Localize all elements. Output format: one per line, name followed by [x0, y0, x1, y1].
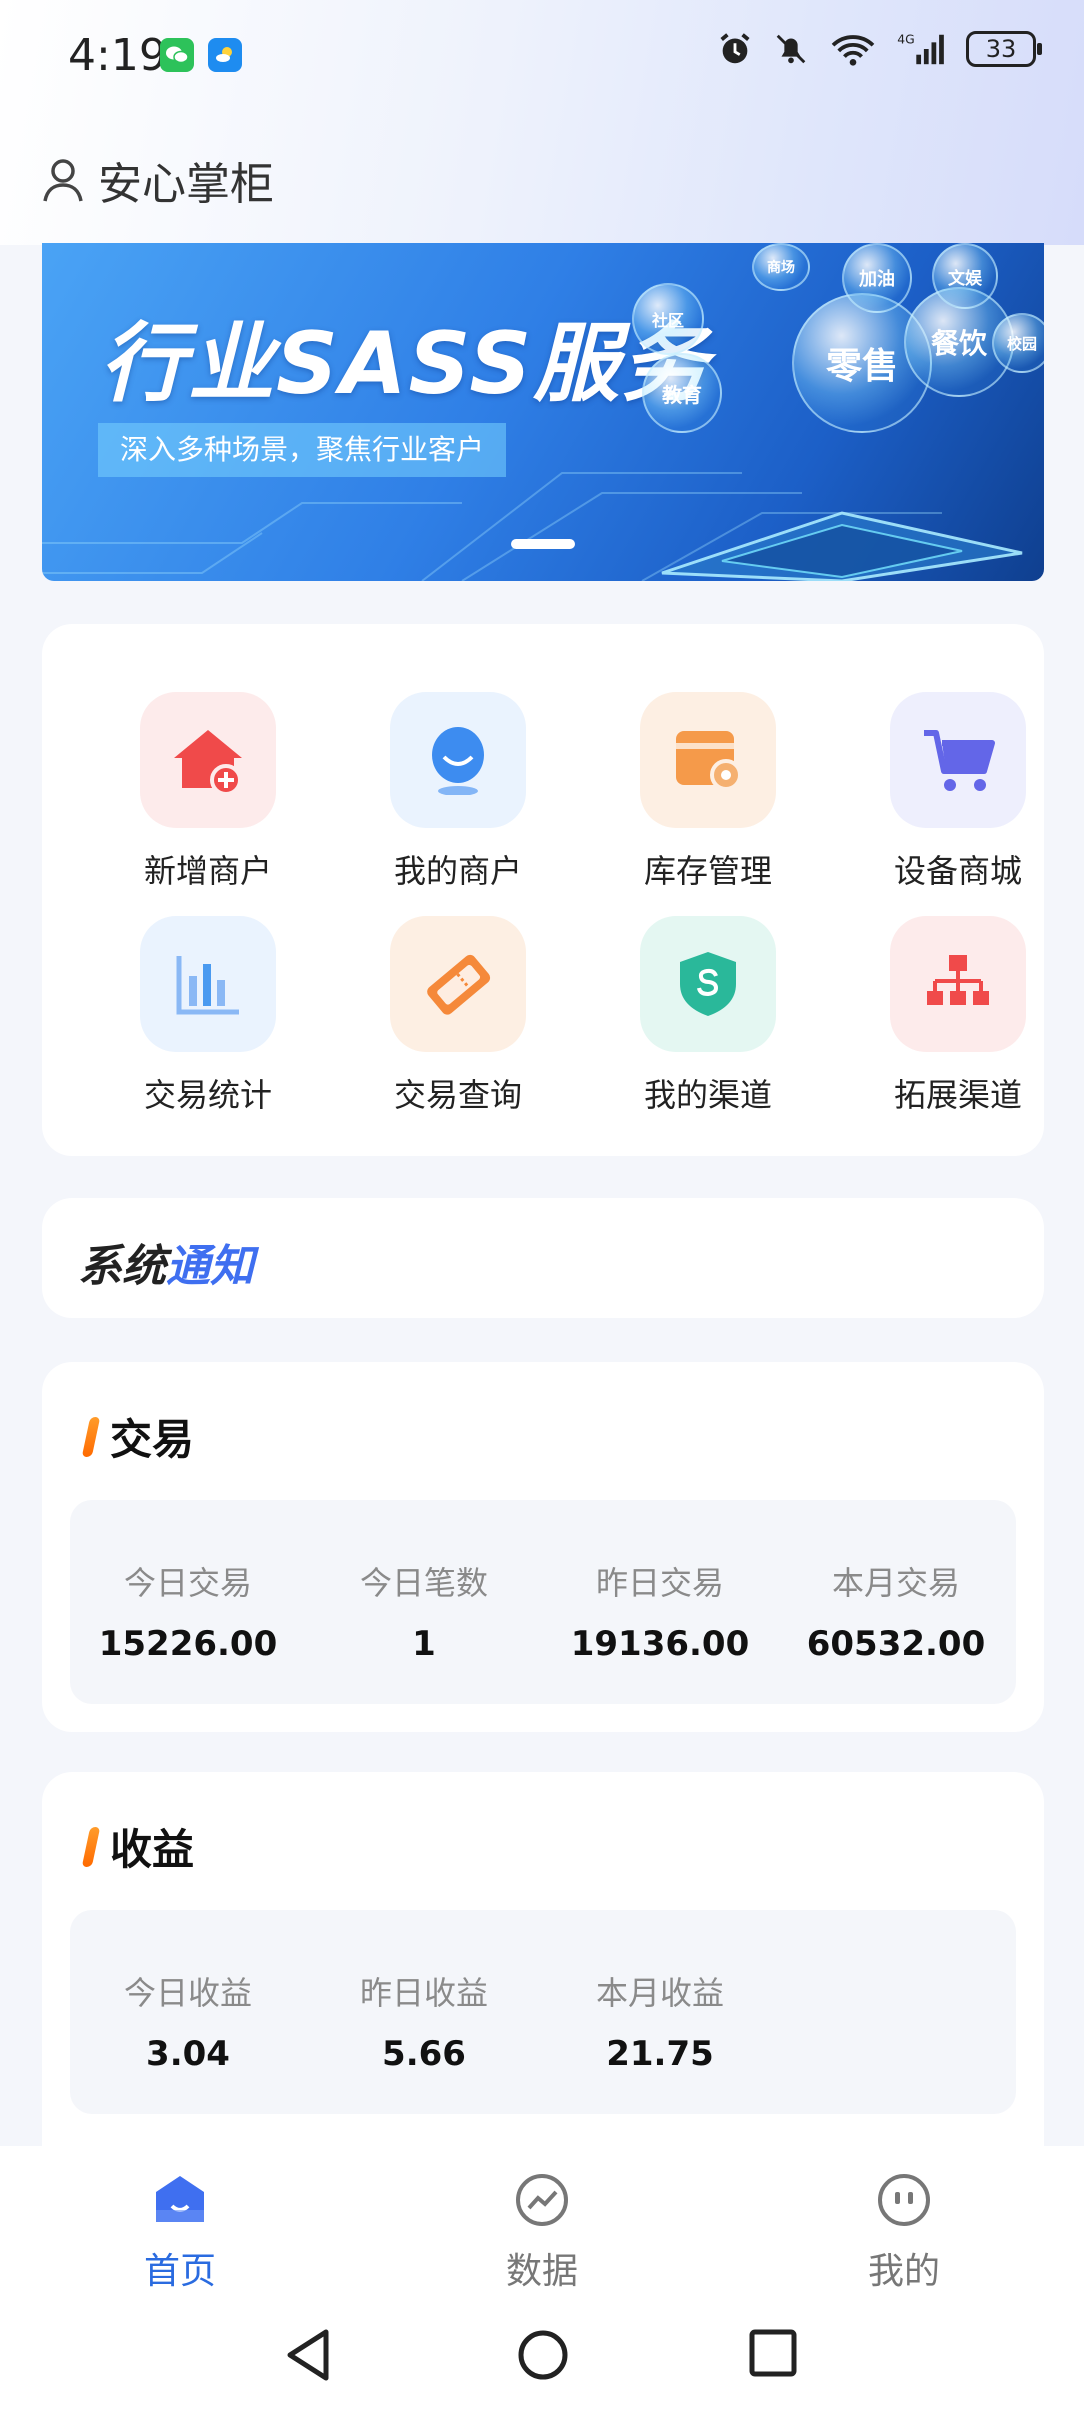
- carousel-indicator[interactable]: [511, 539, 575, 549]
- house-add-icon: [140, 692, 276, 828]
- tab-label: 首页: [143, 2251, 216, 2292]
- shield-money-icon: [640, 916, 776, 1052]
- banner-bubble: 加油: [842, 243, 912, 313]
- trade-stat[interactable]: 本月交易 60532.00: [778, 1558, 1014, 1664]
- stat-label: 今日收益: [123, 1974, 252, 2012]
- stat-value: 5.66: [382, 2034, 466, 2074]
- title-accent-bar: [81, 1826, 101, 1867]
- menu-item-my-channel[interactable]: 我的渠道: [608, 916, 808, 1116]
- stat-label: 昨日交易: [595, 1564, 724, 1602]
- box-gear-icon: [640, 692, 776, 828]
- bar-chart-icon: [140, 916, 276, 1052]
- title-accent-bar: [81, 1416, 101, 1457]
- menu-item-expand-channel[interactable]: 拓展渠道: [858, 916, 1058, 1116]
- menu-item-device-mall[interactable]: 设备商城: [858, 692, 1058, 892]
- income-title-text: 收益: [110, 1825, 195, 1874]
- weather-app-icon: [208, 38, 242, 72]
- income-stat[interactable]: 今日收益 3.04: [70, 1968, 306, 2074]
- notice-title-part2: 通知: [166, 1241, 254, 1292]
- menu-label: 新增商户: [143, 852, 272, 890]
- menu-item-add-merchant[interactable]: 新增商户: [108, 692, 308, 892]
- menu-item-trade-query[interactable]: 交易查询: [358, 916, 558, 1116]
- home-nav-icon[interactable]: [516, 2328, 570, 2382]
- notice-title-part1: 系统: [78, 1241, 166, 1292]
- user-face-icon: [390, 692, 526, 828]
- stat-label: 今日笔数: [359, 1564, 488, 1602]
- banner-bubble: 社区: [632, 283, 704, 355]
- trade-title-text: 交易: [110, 1415, 195, 1464]
- stat-value: 3.04: [146, 2034, 230, 2074]
- tab-home[interactable]: 首页: [90, 2172, 270, 2294]
- banner-subtitle: 深入多种场景，聚焦行业客户: [98, 423, 507, 477]
- user-icon[interactable]: [42, 157, 84, 203]
- org-chart-icon: [890, 916, 1026, 1052]
- stat-label: 今日交易: [123, 1564, 252, 1602]
- menu-label: 交易统计: [143, 1076, 272, 1114]
- stat-label: 昨日收益: [359, 1974, 488, 2012]
- svg-text:4G: 4G: [897, 32, 914, 46]
- trade-stat[interactable]: 今日交易 15226.00: [70, 1558, 306, 1664]
- data-chart-icon: [516, 2174, 568, 2226]
- battery-indicator: 33: [966, 31, 1042, 67]
- banner-bubble: 校园: [992, 313, 1044, 373]
- trade-card: 交易 今日交易 15226.00 今日笔数 1 昨日交易 19136.00 本月交易 6…: [42, 1362, 1044, 1732]
- trade-stat[interactable]: 今日笔数 1: [306, 1558, 542, 1664]
- mute-bell-icon: [776, 34, 806, 64]
- system-nav-bar: [0, 2298, 1084, 2412]
- status-time: 4:19: [68, 30, 167, 81]
- recents-icon[interactable]: [748, 2328, 798, 2378]
- menu-label: 我的商户: [393, 852, 522, 890]
- signal-icon: 4G: [897, 32, 944, 65]
- stat-label: 本月交易: [831, 1564, 960, 1602]
- menu-item-inventory[interactable]: 库存管理: [608, 692, 808, 892]
- menu-item-my-merchants[interactable]: 我的商户: [358, 692, 558, 892]
- tab-mine[interactable]: 我的: [814, 2172, 994, 2294]
- menu-item-trade-stats[interactable]: 交易统计: [108, 916, 308, 1116]
- app-title: 安心掌柜: [98, 159, 274, 210]
- tab-label: 我的: [867, 2251, 940, 2292]
- stat-value: 60532.00: [806, 1624, 986, 1664]
- menu-card: 新增商户 我的商户 库存管理 设备商城 交易统计 交易查询 我的渠道 拓展渠道: [42, 624, 1044, 1156]
- banner-title: 行业SASS服务: [100, 314, 710, 414]
- ticket-icon: [390, 916, 526, 1052]
- stat-value: 19136.00: [570, 1624, 750, 1664]
- tab-data[interactable]: 数据: [452, 2172, 632, 2294]
- banner-bubble: 文娱: [932, 243, 998, 309]
- menu-label: 我的渠道: [643, 1076, 772, 1114]
- alarm-icon: [720, 33, 750, 64]
- income-section-title: 收益: [81, 1816, 195, 1877]
- trade-stat[interactable]: 昨日交易 19136.00: [542, 1558, 778, 1664]
- notice-title: 系统通知: [78, 1230, 254, 1294]
- trade-section-title: 交易: [81, 1406, 195, 1467]
- profile-icon: [878, 2174, 930, 2226]
- wechat-icon: [160, 38, 194, 72]
- income-stats-panel: 今日收益 3.04 昨日收益 5.66 本月收益 21.75: [70, 1910, 1016, 2114]
- menu-label: 设备商城: [893, 852, 1022, 890]
- banner-bubble: 教育: [642, 353, 722, 433]
- income-stat[interactable]: 昨日收益 5.66: [306, 1968, 542, 2074]
- stat-value: 15226.00: [98, 1624, 278, 1664]
- cart-icon: [890, 692, 1026, 828]
- system-notice-card[interactable]: 系统通知: [42, 1198, 1044, 1318]
- home-icon: [156, 2176, 204, 2222]
- stat-value: 21.75: [606, 2034, 714, 2074]
- wifi-icon: [831, 35, 875, 66]
- app-header: 安心掌柜: [42, 148, 274, 212]
- promo-banner[interactable]: 行业SASS服务 深入多种场景，聚焦行业客户 零售 餐饮 教育 加油 文娱 商场…: [42, 243, 1044, 581]
- status-bar: 4:19 4G 33: [0, 0, 1084, 110]
- battery-level: 33: [985, 35, 1017, 63]
- stat-value: 1: [412, 1624, 436, 1664]
- back-icon[interactable]: [284, 2328, 334, 2382]
- stat-label: 本月收益: [595, 1974, 724, 2012]
- menu-label: 拓展渠道: [893, 1076, 1022, 1114]
- menu-label: 库存管理: [643, 852, 772, 890]
- trade-stats-panel: 今日交易 15226.00 今日笔数 1 昨日交易 19136.00 本月交易 6053…: [70, 1500, 1016, 1704]
- tab-label: 数据: [505, 2251, 578, 2292]
- menu-label: 交易查询: [393, 1076, 522, 1114]
- banner-bubble: 商场: [752, 243, 810, 291]
- income-stat[interactable]: 本月收益 21.75: [542, 1968, 778, 2074]
- income-card: 收益 今日收益 3.04 昨日收益 5.66 本月收益 21.75: [42, 1772, 1044, 2146]
